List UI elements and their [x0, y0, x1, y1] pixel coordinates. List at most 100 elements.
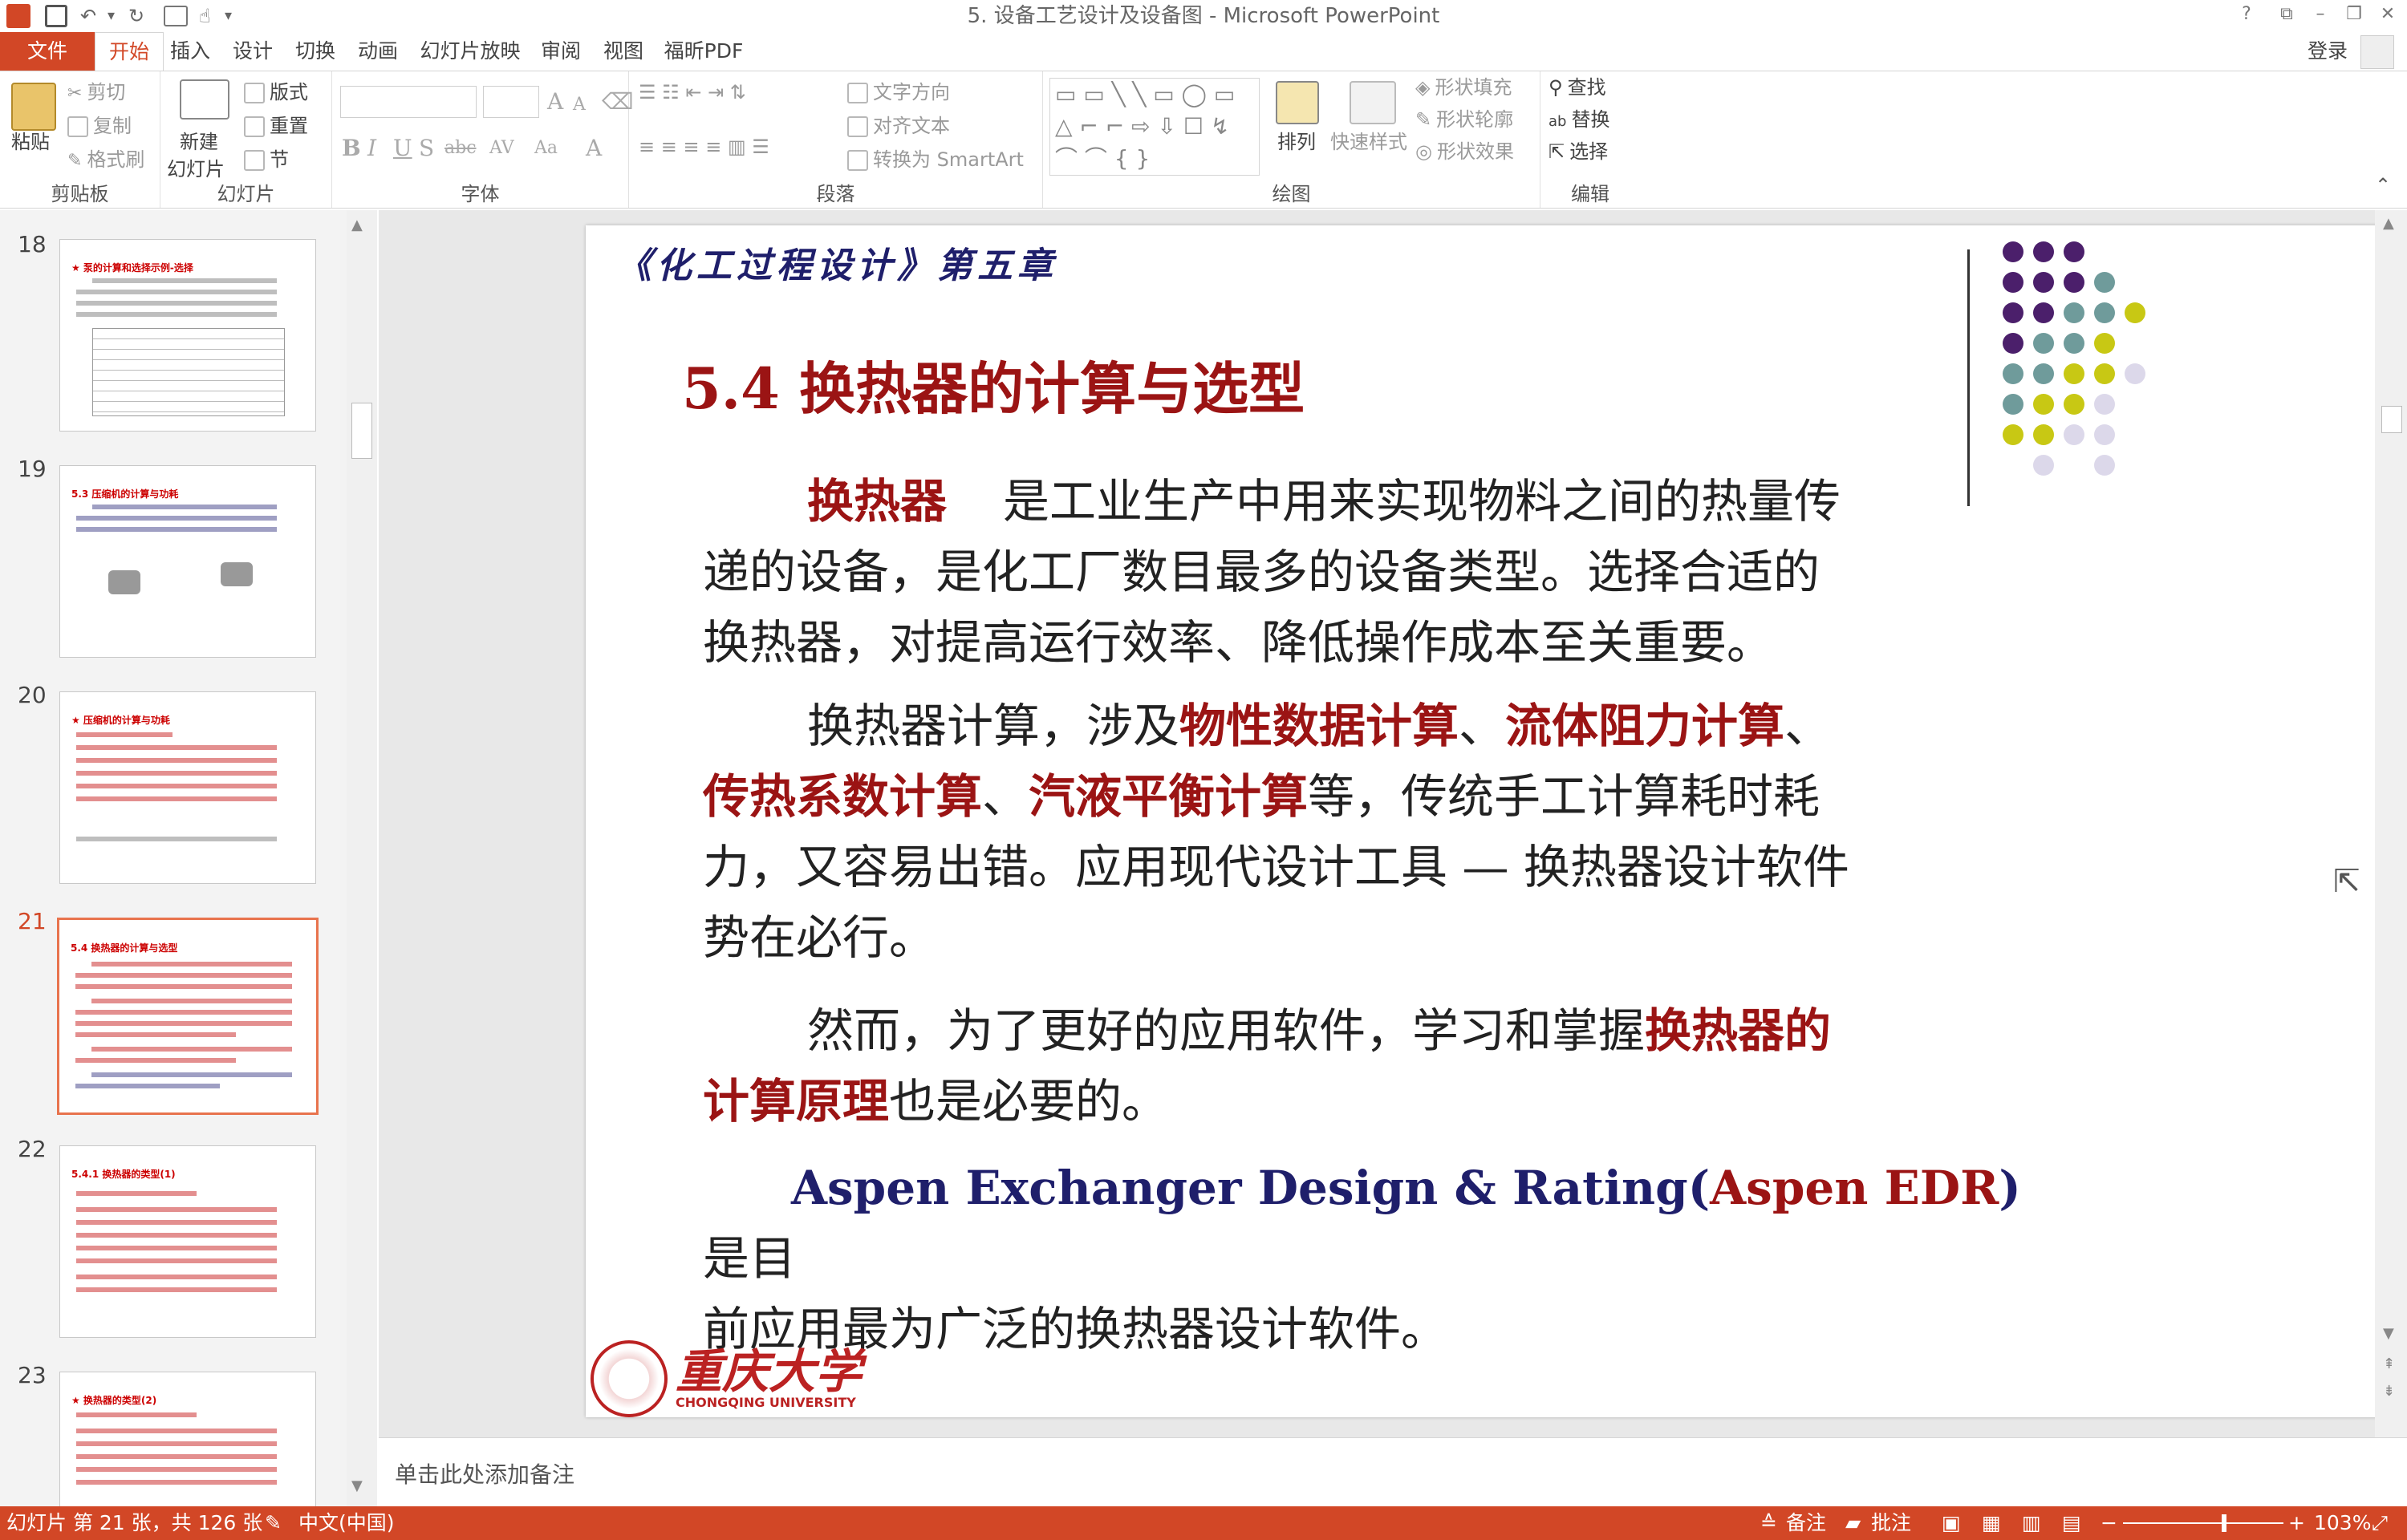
font-name-combobox[interactable] — [340, 86, 477, 118]
new-slide-label-1[interactable]: 新建 — [180, 128, 218, 156]
comments-toggle[interactable]: 批注 — [1871, 1506, 1911, 1540]
text-shadow-icon[interactable]: S — [419, 132, 434, 164]
select-button[interactable]: ⇱ 选择 — [1549, 137, 1608, 166]
reset-button[interactable]: 重置 — [244, 111, 308, 140]
bullets-icon[interactable]: ☰ ☷ ⇤ ⇥ ⇅ — [639, 78, 746, 107]
minimize-button[interactable]: – — [2304, 2, 2336, 27]
thumbnails-scrollbar[interactable]: ▲ ▼ — [347, 210, 377, 1506]
scroll-thumb[interactable] — [351, 403, 372, 459]
zoom-level[interactable]: 103% — [2314, 1506, 2371, 1540]
tab-file[interactable]: 文件 — [0, 32, 95, 71]
paste-icon[interactable] — [11, 83, 56, 131]
group-clipboard: 粘贴 ✂ 剪切 复制 ✎ 格式刷 剪贴板 — [0, 71, 160, 208]
alignment-icons[interactable]: ≡ ≡ ≡ ≡ ▥ ☰ — [639, 132, 769, 161]
find-button[interactable]: ⚲ 查找 — [1549, 73, 1606, 102]
slide-thumbnail[interactable]: ★ 压缩机的计算与功耗 — [59, 691, 316, 884]
slide-thumbnail[interactable]: 5.3 压缩机的计算与功耗 — [59, 465, 316, 658]
bold-icon[interactable]: B — [342, 132, 361, 164]
spellcheck-icon[interactable]: ✎ — [265, 1506, 282, 1540]
slide-thumbnail[interactable]: ★ 换热器的类型(2) — [59, 1372, 316, 1506]
ribbon-display-options-icon[interactable]: ⧉ — [2271, 2, 2303, 27]
login-link[interactable]: 登录 — [2308, 32, 2348, 71]
tab-design[interactable]: 设计 — [225, 32, 281, 71]
slideshow-icon[interactable]: ▤ — [2062, 1506, 2081, 1540]
character-spacing-icon[interactable]: AV — [489, 132, 514, 164]
align-text-button[interactable]: 对齐文本 — [847, 111, 950, 140]
notes-toggle[interactable]: 备注 — [1786, 1506, 1826, 1540]
ribbon-tabs: 文件 开始 插入 设计 切换 动画 幻灯片放映 审阅 视图 福昕PDF 登录 — [0, 32, 2407, 71]
format-painter-button[interactable]: ✎ 格式刷 — [67, 145, 144, 176]
font-color-icon[interactable]: A — [586, 132, 602, 164]
comment-icon[interactable]: ▰ — [1845, 1506, 1861, 1540]
zoom-slider-thumb[interactable] — [2222, 1514, 2227, 1532]
restore-button[interactable]: ❐ — [2338, 2, 2370, 27]
shape-outline-button[interactable]: ✎ 形状轮廓 — [1415, 105, 1513, 134]
paste-button[interactable]: 粘贴 — [11, 128, 50, 156]
strikethrough-icon[interactable]: abc — [444, 132, 477, 164]
slide-thumbnail[interactable]: ★ 泵的计算和选择示例-选择 — [59, 239, 316, 432]
help-button[interactable]: ? — [2230, 2, 2263, 27]
slide-canvas[interactable]: 《化工过程设计》第五章 5.4 换热器的计算与选型 换热器 是工业生产中用来实现物… — [586, 225, 2407, 1417]
arrange-icon[interactable] — [1276, 81, 1319, 124]
normal-view-icon[interactable]: ▣ — [1942, 1506, 1961, 1540]
slide-thumbnail-selected[interactable]: 5.4 换热器的计算与选型 — [57, 918, 319, 1115]
zoom-slider[interactable] — [2123, 1522, 2283, 1524]
text-span: ) — [1999, 1161, 2021, 1215]
notes-placeholder[interactable]: 单击此处添加备注 — [395, 1457, 574, 1489]
shape-fill-button[interactable]: ◈ 形状填充 — [1415, 73, 1512, 102]
avatar[interactable] — [2360, 35, 2394, 69]
notes-icon[interactable]: ≙ — [1760, 1506, 1777, 1540]
grow-font-icon[interactable]: A — [547, 86, 563, 118]
tab-animations[interactable]: 动画 — [350, 32, 406, 71]
scroll-thumb[interactable] — [2381, 406, 2402, 433]
tab-insert[interactable]: 插入 — [164, 32, 217, 71]
slide-thumbnail[interactable]: 5.4.1 换热器的类型(1) — [59, 1145, 316, 1338]
close-button[interactable]: ✕ — [2372, 2, 2404, 27]
section-button[interactable]: 节 — [244, 145, 289, 174]
new-slide-icon[interactable] — [180, 79, 229, 120]
convert-smartart-button[interactable]: 转换为 SmartArt — [847, 145, 1024, 174]
scroll-down-icon[interactable]: ▼ — [2383, 1325, 2394, 1342]
quick-styles-icon[interactable] — [1350, 81, 1396, 124]
shape-effects-button[interactable]: ◎ 形状效果 — [1415, 137, 1514, 166]
tab-review[interactable]: 审阅 — [533, 32, 589, 71]
slide-sorter-icon[interactable]: ▦ — [1982, 1506, 2001, 1540]
text-direction-button[interactable]: 文字方向 — [847, 78, 950, 107]
tab-slideshow[interactable]: 幻灯片放映 — [414, 32, 526, 71]
replace-button[interactable]: ab 替换 — [1549, 105, 1609, 136]
reading-view-icon[interactable]: ▥ — [2022, 1506, 2041, 1540]
scroll-down-icon[interactable]: ▼ — [351, 1477, 363, 1494]
previous-slide-icon[interactable]: ⇞ — [2383, 1356, 2395, 1372]
thumb-title: ★ 换热器的类型(2) — [71, 1395, 157, 1406]
fit-to-window-icon[interactable]: ⤢ — [2372, 1506, 2388, 1540]
zoom-in-icon[interactable]: + — [2288, 1506, 2305, 1540]
scroll-up-icon[interactable]: ▲ — [351, 217, 363, 233]
language-indicator[interactable]: 中文(中国) — [298, 1506, 395, 1540]
title-bar: ↶ ▾ ↻ ☝ ▾ 5. 设备工艺设计及设备图 - Microsoft Powe… — [0, 0, 2407, 32]
tab-transitions[interactable]: 切换 — [287, 32, 343, 71]
shrink-font-icon[interactable]: A — [573, 89, 586, 121]
notes-pane[interactable]: 单击此处添加备注 — [379, 1437, 2407, 1506]
slide-scrollbar[interactable]: ▲ ▼ ⇞ ⇟ — [2375, 210, 2407, 1437]
collapse-ribbon-icon[interactable]: ⌃ — [2375, 171, 2391, 200]
underline-icon[interactable]: U — [393, 132, 412, 164]
tab-view[interactable]: 视图 — [595, 32, 651, 71]
decorative-dot — [2064, 333, 2084, 354]
arrange-button[interactable]: 排列 — [1277, 128, 1316, 156]
layout-button[interactable]: 版式 — [244, 78, 308, 107]
italic-icon[interactable]: I — [367, 132, 376, 164]
document-title: 5. 设备工艺设计及设备图 - Microsoft PowerPoint — [967, 4, 1440, 28]
text-span: Aspen Exchanger Design & Rating( — [791, 1161, 1711, 1215]
zoom-out-icon[interactable]: − — [2101, 1506, 2117, 1540]
group-label-drawing: 绘图 — [1272, 183, 1311, 205]
tab-home[interactable]: 开始 — [95, 32, 164, 71]
shapes-gallery[interactable]: ▭ ▭ ╲ ╲ ▭ ◯ ▭ △ ⌐ ⌐ ⇨ ⇩ ☐ ↯ ⌒ ⌒ { } — [1049, 78, 1260, 176]
tab-foxit-pdf[interactable]: 福昕PDF — [660, 32, 748, 71]
font-size-combobox[interactable] — [483, 86, 539, 118]
copy-button[interactable]: 复制 — [67, 111, 132, 140]
quick-styles-button[interactable]: 快速样式 — [1330, 128, 1407, 156]
scroll-up-icon[interactable]: ▲ — [2383, 215, 2394, 232]
cut-button[interactable]: ✂ 剪切 — [67, 78, 125, 108]
next-slide-icon[interactable]: ⇟ — [2383, 1383, 2395, 1400]
change-case-icon[interactable]: Aa — [534, 132, 558, 164]
